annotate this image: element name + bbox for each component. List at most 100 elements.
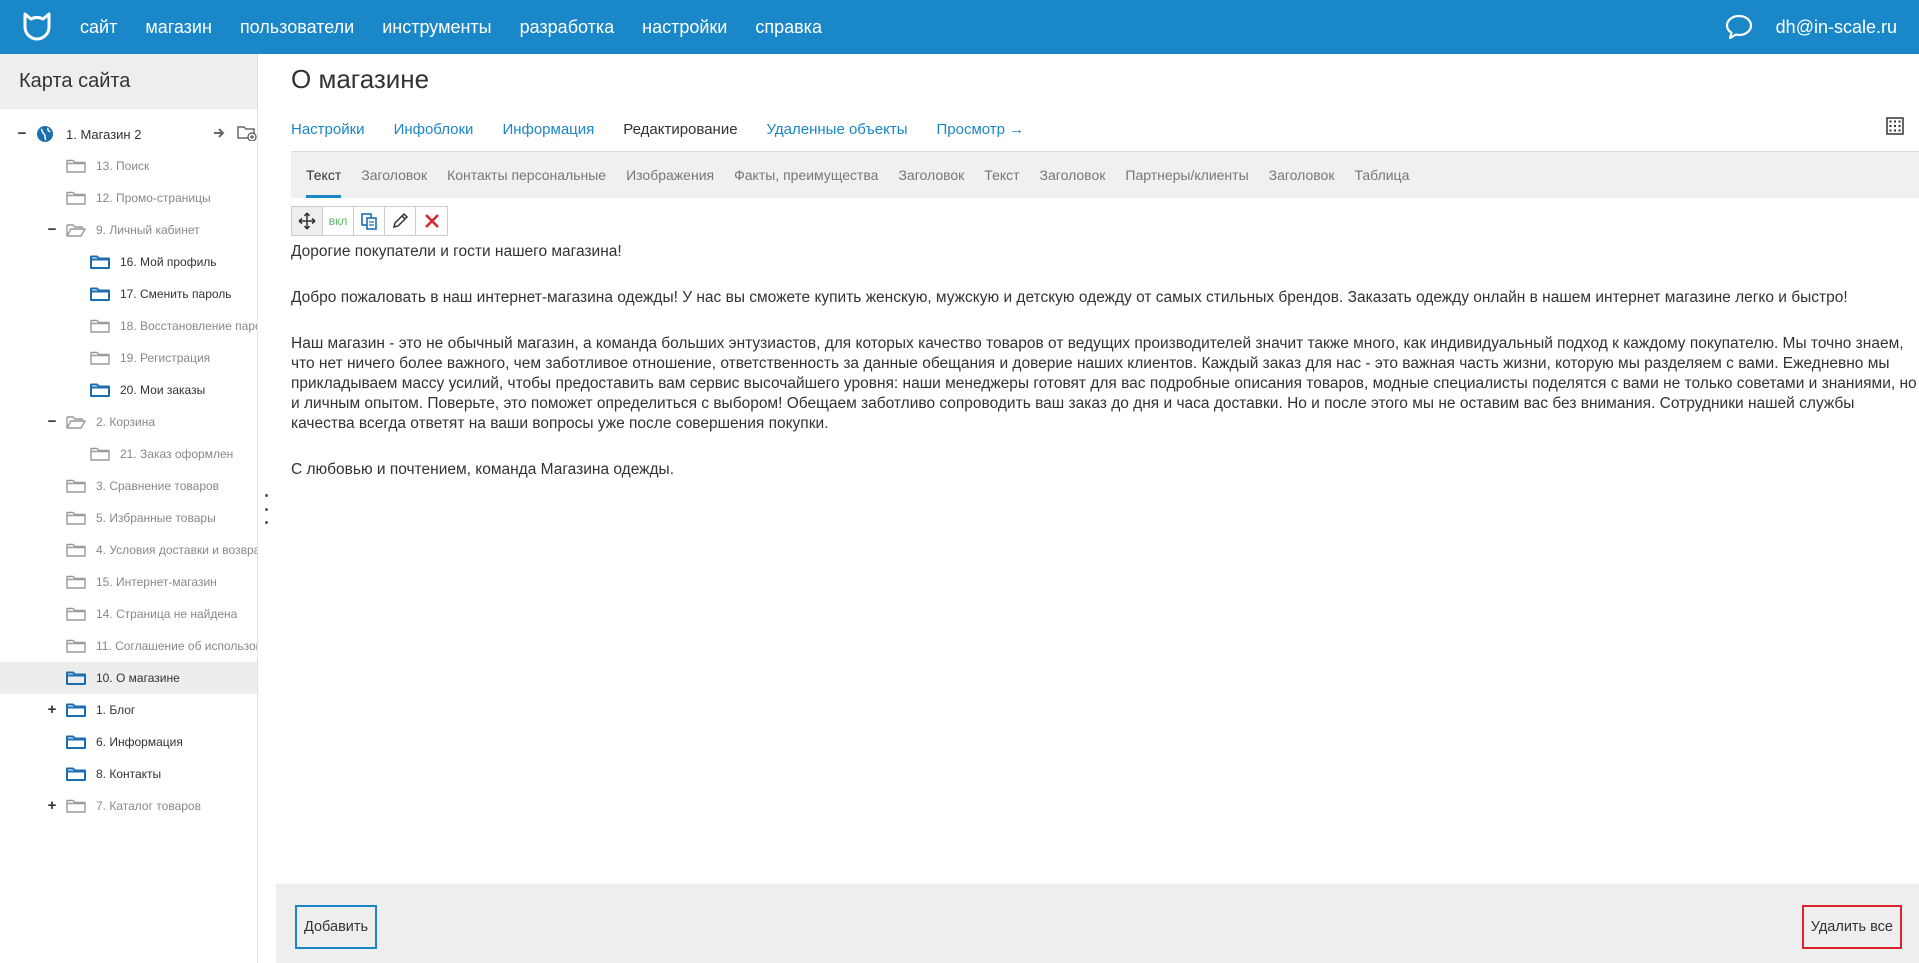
delete-all-button[interactable]: Удалить все xyxy=(1801,905,1902,949)
cat-logo-icon[interactable] xyxy=(18,8,56,46)
tree-item[interactable]: 15. Интернет-магазин xyxy=(0,566,257,598)
page-tab[interactable]: Настройки xyxy=(291,114,365,154)
tree-root-label[interactable]: 1. Магазин 2 xyxy=(66,127,141,142)
tree-item[interactable]: 20. Мои заказы xyxy=(0,374,257,406)
page-tab[interactable]: Просмотр → xyxy=(937,114,1025,154)
add-button[interactable]: Добавить xyxy=(295,905,378,949)
tree-item-label[interactable]: 18. Восстановление пароля xyxy=(120,319,257,333)
tree-item[interactable]: 8. Контакты xyxy=(0,758,257,790)
copy-icon[interactable] xyxy=(354,207,385,235)
tree-root-row[interactable]: − 1. Магазин 2 xyxy=(0,118,257,150)
pencil-icon[interactable] xyxy=(385,207,416,235)
infoblock-subtab[interactable]: Заголовок xyxy=(361,152,427,198)
tree-item[interactable]: 18. Восстановление пароля xyxy=(0,310,257,342)
topnav-item[interactable]: настройки xyxy=(642,17,727,38)
enable-toggle-button[interactable]: вкл xyxy=(323,207,354,235)
tree-item-label[interactable]: 13. Поиск xyxy=(96,159,149,173)
bottom-action-bar: Добавить Удалить все xyxy=(276,884,1919,963)
infoblock-subtab[interactable]: Контакты персональные xyxy=(447,152,606,198)
tree-item-label[interactable]: 16. Мой профиль xyxy=(120,255,217,269)
tree-item-label[interactable]: 20. Мои заказы xyxy=(120,383,205,397)
infoblock-subtab[interactable]: Факты, преимущества xyxy=(734,152,878,198)
folder-icon xyxy=(66,191,86,205)
infoblock-subtab[interactable]: Заголовок xyxy=(1269,152,1335,198)
folder-icon xyxy=(90,351,110,365)
tree-item-label[interactable]: 5. Избранные товары xyxy=(96,511,216,525)
infoblock-subtab[interactable]: Партнеры/клиенты xyxy=(1125,152,1248,198)
infoblock-subtab[interactable]: Текст xyxy=(306,152,342,198)
infoblock-subtab[interactable]: Заголовок xyxy=(1040,152,1106,198)
tree-item[interactable]: 14. Страница не найдена xyxy=(0,598,257,630)
expand-toggle[interactable]: + xyxy=(46,702,58,717)
collapse-toggle[interactable]: − xyxy=(46,222,58,237)
page-tab[interactable]: Информация xyxy=(502,114,594,154)
topnav-item[interactable]: разработка xyxy=(520,17,615,38)
tree-item-label[interactable]: 12. Промо-страницы xyxy=(96,191,211,205)
page-tab[interactable]: Удаленные объекты xyxy=(767,114,908,154)
folder-icon xyxy=(90,447,110,461)
chat-bubble-icon[interactable] xyxy=(1724,12,1754,42)
topnav-item[interactable]: справка xyxy=(755,17,822,38)
tree-item[interactable]: 16. Мой профиль xyxy=(0,246,257,278)
tree-item[interactable]: 6. Информация xyxy=(0,726,257,758)
arrow-right-icon[interactable] xyxy=(213,127,227,142)
tree-item-label[interactable]: 3. Сравнение товаров xyxy=(96,479,219,493)
tree-item[interactable]: 4. Условия доставки и возврата xyxy=(0,534,257,566)
delete-icon[interactable] xyxy=(416,207,447,235)
collapse-toggle[interactable]: − xyxy=(16,126,28,141)
tree-item-label[interactable]: 4. Условия доставки и возврата xyxy=(96,543,257,557)
sidebar-resize-handle[interactable] xyxy=(263,494,269,524)
tree-item[interactable]: − 9. Личный кабинет xyxy=(0,214,257,246)
tree-item-label[interactable]: 10. О магазине xyxy=(96,671,180,685)
tree-item-label[interactable]: 9. Личный кабинет xyxy=(96,223,200,237)
folder-icon xyxy=(90,255,110,269)
folder-icon xyxy=(66,735,86,749)
tree-item[interactable]: 5. Избранные товары xyxy=(0,502,257,534)
enable-toggle-label: вкл xyxy=(328,214,348,228)
tree-item[interactable]: − 2. Корзина xyxy=(0,406,257,438)
tree-item-label[interactable]: 19. Регистрация xyxy=(120,351,210,365)
tree-item-label[interactable]: 21. Заказ оформлен xyxy=(120,447,233,461)
tree-item-label[interactable]: 15. Интернет-магазин xyxy=(96,575,217,589)
folder-icon xyxy=(66,543,86,557)
move-icon[interactable] xyxy=(292,207,323,235)
tree-item[interactable]: 17. Сменить пароль xyxy=(0,278,257,310)
tree-item[interactable]: 3. Сравнение товаров xyxy=(0,470,257,502)
tree-item-label[interactable]: 17. Сменить пароль xyxy=(120,287,232,301)
page-tabs: Настройки Инфоблоки Информация Редактирован… xyxy=(291,114,1053,154)
infoblock-subtab[interactable]: Заголовок xyxy=(898,152,964,198)
page-tab[interactable]: Редактирование xyxy=(623,114,738,154)
infoblock-subtab[interactable]: Изображения xyxy=(626,152,714,198)
add-folder-icon[interactable] xyxy=(237,125,257,144)
folder-icon xyxy=(66,479,86,493)
tree-item[interactable]: +1. Блог xyxy=(0,694,257,726)
page-title: О магазине xyxy=(291,64,430,94)
tree-item-label[interactable]: 8. Контакты xyxy=(96,767,161,781)
tree-item[interactable]: 11. Соглашение об использовании xyxy=(0,630,257,662)
user-account-link[interactable]: dh@in-scale.ru xyxy=(1776,17,1897,38)
topnav-item[interactable]: магазин xyxy=(145,17,212,38)
infoblock-subtab[interactable]: Текст xyxy=(984,152,1019,198)
infoblock-subtab[interactable]: Таблица xyxy=(1354,152,1409,198)
tree-item[interactable]: +7. Каталог товаров xyxy=(0,790,257,822)
topnav-item[interactable]: пользователи xyxy=(240,17,354,38)
tree-item-label[interactable]: 14. Страница не найдена xyxy=(96,607,237,621)
folder-icon xyxy=(66,575,86,589)
tree-item-label[interactable]: 1. Блог xyxy=(96,703,135,717)
page-tab[interactable]: Инфоблоки xyxy=(394,114,474,154)
expand-toggle[interactable]: + xyxy=(46,798,58,813)
tree-item[interactable]: 19. Регистрация xyxy=(0,342,257,374)
tree-item-label[interactable]: 11. Соглашение об использовании xyxy=(96,639,257,653)
tree-item[interactable]: 12. Промо-страницы xyxy=(0,182,257,214)
block-text-content[interactable]: Дорогие покупатели и гости нашего магази… xyxy=(291,242,1919,506)
topnav-item[interactable]: сайт xyxy=(80,17,117,38)
tree-item-active[interactable]: 10. О магазине xyxy=(0,662,257,694)
tree-item[interactable]: 13. Поиск xyxy=(0,150,257,182)
tree-item-label[interactable]: 2. Корзина xyxy=(96,415,155,429)
topnav-item[interactable]: инструменты xyxy=(382,17,491,38)
keyboard-icon[interactable] xyxy=(1885,116,1905,136)
tree-item-label[interactable]: 6. Информация xyxy=(96,735,183,749)
collapse-toggle[interactable]: − xyxy=(46,414,58,429)
tree-item-label[interactable]: 7. Каталог товаров xyxy=(96,799,201,813)
tree-item[interactable]: 21. Заказ оформлен xyxy=(0,438,257,470)
